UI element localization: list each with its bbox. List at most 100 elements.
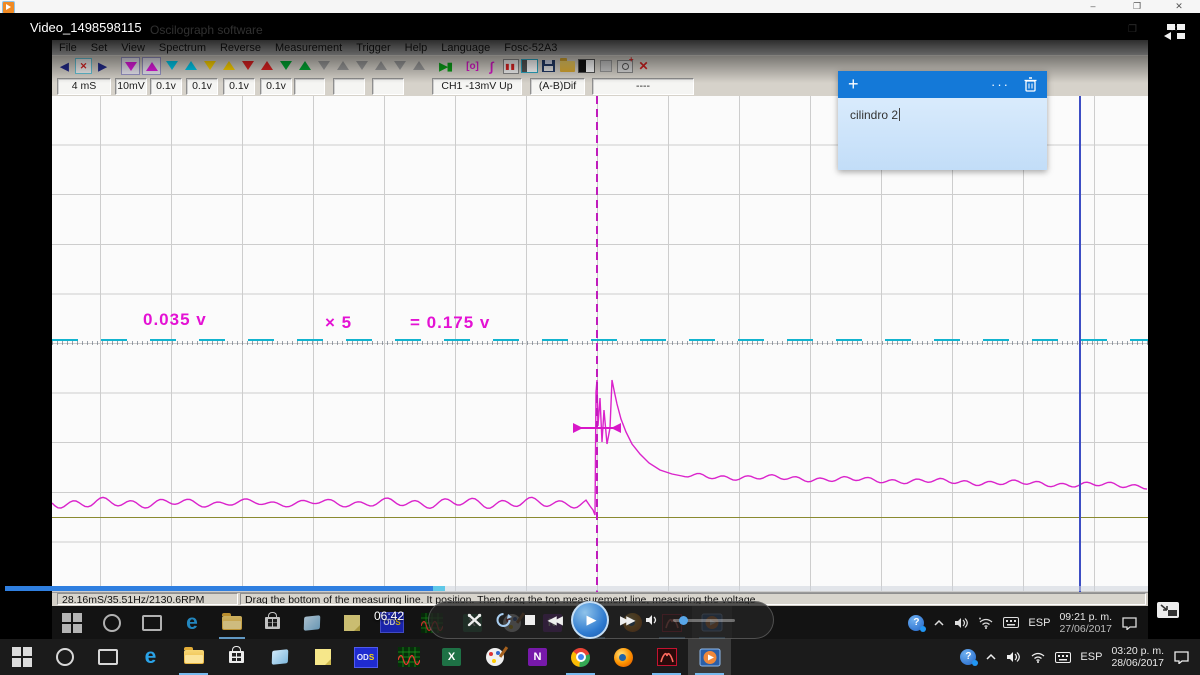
speaker-icon[interactable] [954,617,969,629]
excel-icon[interactable]: X [430,639,473,675]
wifi-icon[interactable] [978,617,994,629]
play-button[interactable]: ▶ [571,601,609,639]
scrollbar-thumb[interactable] [5,586,433,591]
store-icon[interactable] [252,606,292,639]
volume-knob[interactable] [679,616,688,625]
menu-item-file[interactable]: File [52,42,84,54]
action-center-icon[interactable] [1173,650,1190,664]
menu-item-reverse[interactable]: Reverse [213,42,268,54]
explorer-icon[interactable] [172,639,215,675]
volume-icon[interactable] [645,613,660,627]
chevron-up-icon[interactable] [933,619,945,627]
menu-item-language[interactable]: Language [434,42,497,54]
menu-item-fosc-52a3[interactable]: Fosc-52A3 [497,42,564,54]
window-zoom-icon[interactable] [521,58,538,74]
rewind-icon[interactable]: ◀◀ [548,613,560,627]
next-arrow-icon[interactable]: ▶ [94,58,111,74]
chevron-up-icon[interactable] [985,653,997,661]
snapshot-camera-icon[interactable] [616,58,633,74]
store-icon[interactable] [215,639,258,675]
close-button[interactable]: ✕ [1164,0,1194,13]
menu-item-set[interactable]: Set [84,42,115,54]
acrobat-icon[interactable] [645,639,688,675]
shift-down-icon[interactable] [121,57,140,75]
shift-up-icon[interactable] [410,57,427,73]
minimize-button[interactable]: – [1078,0,1108,13]
menu-item-measurement[interactable]: Measurement [268,42,349,54]
ab-mode-box[interactable]: (A-B)Dif [530,78,585,95]
recorded-clock[interactable]: 09:21 p. m. 27/06/2017 [1059,611,1112,635]
speaker-icon[interactable] [1006,651,1021,663]
cortana-icon[interactable] [43,639,86,675]
shift-down-icon[interactable] [353,57,370,73]
stickynotes-icon[interactable] [332,606,372,639]
integral-icon[interactable]: ∫ [483,58,500,74]
menu-item-view[interactable]: View [114,42,152,54]
blue-cursor-line[interactable] [1079,96,1081,592]
language-indicator[interactable]: ESP [1080,651,1102,663]
mini-player-icon[interactable] [1156,601,1180,624]
menu-item-help[interactable]: Help [398,42,435,54]
shift-down-icon[interactable] [277,57,294,73]
action-center-icon[interactable] [1121,616,1138,630]
run-pause-icon[interactable]: ▶▮ [437,58,454,74]
auto-measure-icon[interactable]: [o] [464,58,481,74]
shift-up-icon[interactable] [258,57,275,73]
shift-down-icon[interactable] [201,57,218,73]
fast-forward-icon[interactable]: ▶▶ [620,613,632,627]
restore-button[interactable]: ❐ [1122,0,1152,13]
new-note-icon[interactable]: + [848,74,859,95]
keyboard-layout-icon[interactable] [1055,652,1071,663]
firefox-icon[interactable] [602,639,645,675]
channel-setting-box[interactable]: 0.1v [150,78,182,95]
onenote-icon[interactable]: N [516,639,559,675]
explorer-icon[interactable] [212,606,252,639]
volume-slider[interactable] [673,619,735,622]
channel-setting-box-empty[interactable] [333,78,365,95]
language-indicator[interactable]: ESP [1028,617,1050,629]
channel-setting-box[interactable]: 10mV [115,78,147,95]
scope-icon[interactable] [387,639,430,675]
shift-up-icon[interactable] [142,57,161,75]
stop-icon[interactable] [525,615,535,625]
tools-icon[interactable] [467,613,482,627]
shift-down-icon[interactable] [163,57,180,73]
prev-arrow-icon[interactable]: ◀ [56,58,73,74]
notebook-icon[interactable] [258,639,301,675]
extra-info-box[interactable]: ---- [592,78,694,95]
menu-item-trigger[interactable]: Trigger [349,42,397,54]
bottom-measuring-marker[interactable] [573,420,621,436]
start-button[interactable] [0,639,43,675]
channel-setting-box[interactable]: 0.1v [223,78,255,95]
shift-up-icon[interactable] [296,57,313,73]
channel-setting-box[interactable]: 0.1v [260,78,292,95]
cortana-icon[interactable] [92,606,132,639]
edge-icon[interactable]: e [129,639,172,675]
open-folder-icon[interactable] [559,58,576,74]
shift-down-icon[interactable] [391,57,408,73]
shift-up-icon[interactable] [334,57,351,73]
videoplayer-icon[interactable] [688,639,731,675]
cursor-bars-icon[interactable]: ▮▮ [502,58,519,74]
channel-setting-box[interactable]: 4 mS [57,78,111,95]
note-menu-icon[interactable]: ··· [991,77,1010,92]
start-button[interactable] [52,606,92,639]
chrome-icon[interactable] [559,639,602,675]
shift-up-icon[interactable] [220,57,237,73]
time-cursor-line[interactable] [596,96,598,592]
shift-up-icon[interactable] [372,57,389,73]
help-icon[interactable]: ? [908,615,924,631]
paint-icon[interactable] [473,639,516,675]
mini-view-icon[interactable] [1164,24,1188,46]
shift-down-icon[interactable] [239,57,256,73]
note-text-area[interactable]: cilindro 2 [838,98,1047,170]
edge-icon[interactable]: e [172,606,212,639]
repeat-icon[interactable] [495,612,512,628]
taskbar-clock[interactable]: 03:20 p. m. 28/06/2017 [1111,645,1164,669]
stickynotes-icon[interactable] [301,639,344,675]
invert-display-icon[interactable] [578,58,595,74]
channel-setting-box-empty[interactable] [372,78,404,95]
save-icon[interactable] [540,58,557,74]
close-trace-icon[interactable]: ✕ [635,58,652,74]
ods-icon[interactable]: ODS [344,639,387,675]
